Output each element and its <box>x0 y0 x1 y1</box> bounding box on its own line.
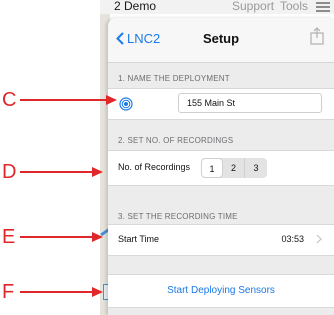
callout-arrow-e <box>20 232 103 242</box>
recordings-option-3[interactable]: 3 <box>245 158 267 178</box>
start-time-label: Start Time <box>118 234 160 244</box>
callout-letter-e: E <box>2 226 16 248</box>
start-deploying-button[interactable]: Start Deploying Sensors <box>108 285 334 296</box>
page-title: Setup <box>202 31 240 46</box>
callout-arrow-c <box>20 95 117 105</box>
callout-arrow-d <box>20 167 103 177</box>
start-deploying-row: Start Deploying Sensors <box>108 274 334 308</box>
section-header-recordings: 2. SET NO. OF RECORDINGS <box>118 136 234 145</box>
share-icon[interactable] <box>310 27 324 45</box>
hamburger-menu-icon[interactable] <box>316 2 330 12</box>
section-header-time: 3. SET THE RECORDING TIME <box>118 212 238 221</box>
recordings-label: No. of Recordings <box>118 162 191 172</box>
start-time-row[interactable]: Start Time 03:53 <box>108 224 334 256</box>
support-menu[interactable]: Support <box>232 0 274 13</box>
callout-arrow-f <box>20 287 103 297</box>
recordings-row: No. of Recordings 1 2 3 <box>108 150 334 186</box>
background-app-title: 2 Demo <box>114 0 157 13</box>
recordings-option-1[interactable]: 1 <box>201 158 223 178</box>
section-header-name: 1. NAME THE DEPLOYMENT <box>118 74 230 83</box>
navigation-bar: LNC2 Setup <box>108 18 334 63</box>
location-target-icon[interactable] <box>119 97 133 111</box>
recordings-option-2[interactable]: 2 <box>223 158 245 178</box>
callout-letter-c: C <box>2 89 17 111</box>
tools-menu[interactable]: Tools <box>280 0 308 13</box>
recordings-segmented-control: 1 2 3 <box>201 158 267 178</box>
setup-panel: LNC2 Setup 1. NAME THE DEPLOYMENT 2. SET… <box>108 18 334 315</box>
deployment-name-input[interactable] <box>178 93 322 113</box>
callout-letter-d: D <box>2 161 17 183</box>
start-time-value: 03:53 <box>281 234 304 244</box>
deployment-name-row <box>108 88 334 120</box>
callout-letter-f: F <box>2 281 15 303</box>
chevron-right-icon <box>316 234 322 244</box>
